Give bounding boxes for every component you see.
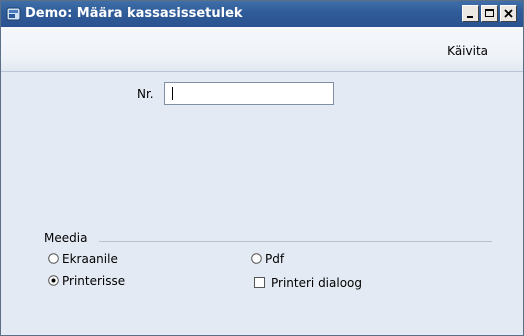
radio-label: Pdf (265, 252, 285, 266)
radio-unchecked-icon (48, 253, 59, 264)
media-group-divider (99, 241, 492, 242)
minimize-button[interactable] (462, 5, 479, 22)
nr-input[interactable] (164, 82, 334, 105)
radio-checked-icon (48, 275, 59, 286)
toolbar: Käivita (1, 27, 523, 72)
nr-label: Nr. (137, 87, 154, 101)
maximize-icon (485, 9, 494, 17)
minimize-icon (467, 16, 473, 18)
run-button[interactable]: Käivita (447, 44, 488, 58)
checkbox-label: Printeri dialoog (271, 276, 363, 290)
radio-label: Printerisse (62, 274, 126, 288)
radio-label: Ekraanile (62, 252, 118, 266)
title-bar[interactable]: Demo: Määra kassasissetulek (1, 1, 523, 27)
close-button[interactable] (500, 5, 517, 22)
radio-unchecked-icon (251, 253, 262, 264)
text-cursor (172, 87, 173, 100)
maximize-button[interactable] (481, 5, 498, 22)
media-group-label: Meedia (44, 231, 88, 245)
close-icon (504, 9, 513, 18)
window-title: Demo: Määra kassasissetulek (25, 6, 243, 21)
app-icon (6, 7, 21, 21)
app-window: Demo: Määra kassasissetulek Käivita Nr. … (0, 0, 524, 336)
checkbox-unchecked-icon (254, 277, 265, 288)
